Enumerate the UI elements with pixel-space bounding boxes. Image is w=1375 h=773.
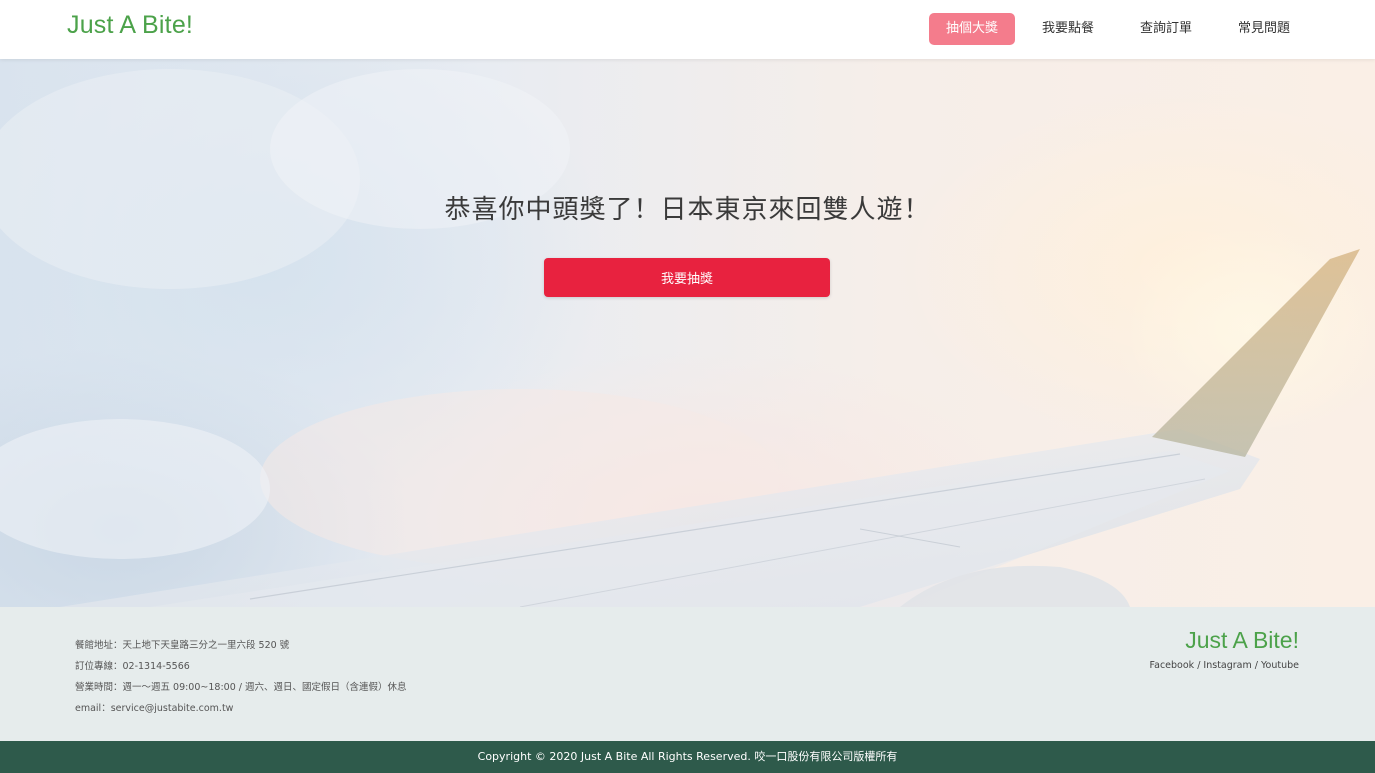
draw-lottery-button[interactable]: 我要抽獎 <box>544 258 830 297</box>
hero-banner: 恭喜你中頭獎了！日本東京來回雙人遊！ 我要抽獎 <box>0 59 1375 607</box>
site-header: Just A Bite! 抽個大獎 我要點餐 查詢訂單 常見問題 <box>0 0 1375 59</box>
main-nav: 抽個大獎 我要點餐 查詢訂單 常見問題 <box>921 13 1309 45</box>
airplane-wing-background <box>0 69 1375 607</box>
social-links[interactable]: Facebook / Instagram / Youtube <box>1150 660 1299 671</box>
contact-info: 餐館地址：天上地下天皇路三分之一里六段 520 號 訂位專線：02-1314-5… <box>75 635 406 719</box>
address-text: 餐館地址：天上地下天皇路三分之一里六段 520 號 <box>75 640 290 651</box>
site-footer: 餐館地址：天上地下天皇路三分之一里六段 520 號 訂位專線：02-1314-5… <box>0 607 1375 741</box>
email-text: email：service@justabite.com.tw <box>75 703 234 714</box>
site-logo[interactable]: Just A Bite! <box>67 11 193 40</box>
nav-item-lottery[interactable]: 抽個大獎 <box>928 13 1015 45</box>
footer-logo: Just A Bite! <box>1185 627 1299 653</box>
copyright-bar: Copyright © 2020 Just A Bite All Rights … <box>0 741 1375 773</box>
nav-item-faq[interactable]: 常見問題 <box>1219 13 1309 45</box>
nav-item-order[interactable]: 我要點餐 <box>1023 13 1113 45</box>
hours-text: 營業時間：週一～週五 09:00~18:00 / 週六、週日、國定假日（含連假）… <box>75 682 407 693</box>
phone-text: 訂位專線：02-1314-5566 <box>75 661 190 672</box>
footer-brand: Just A Bite! Facebook / Instagram / Yout… <box>1150 627 1299 671</box>
nav-item-track-order[interactable]: 查詢訂單 <box>1121 13 1211 45</box>
hero-title: 恭喜你中頭獎了！日本東京來回雙人遊！ <box>444 195 931 225</box>
